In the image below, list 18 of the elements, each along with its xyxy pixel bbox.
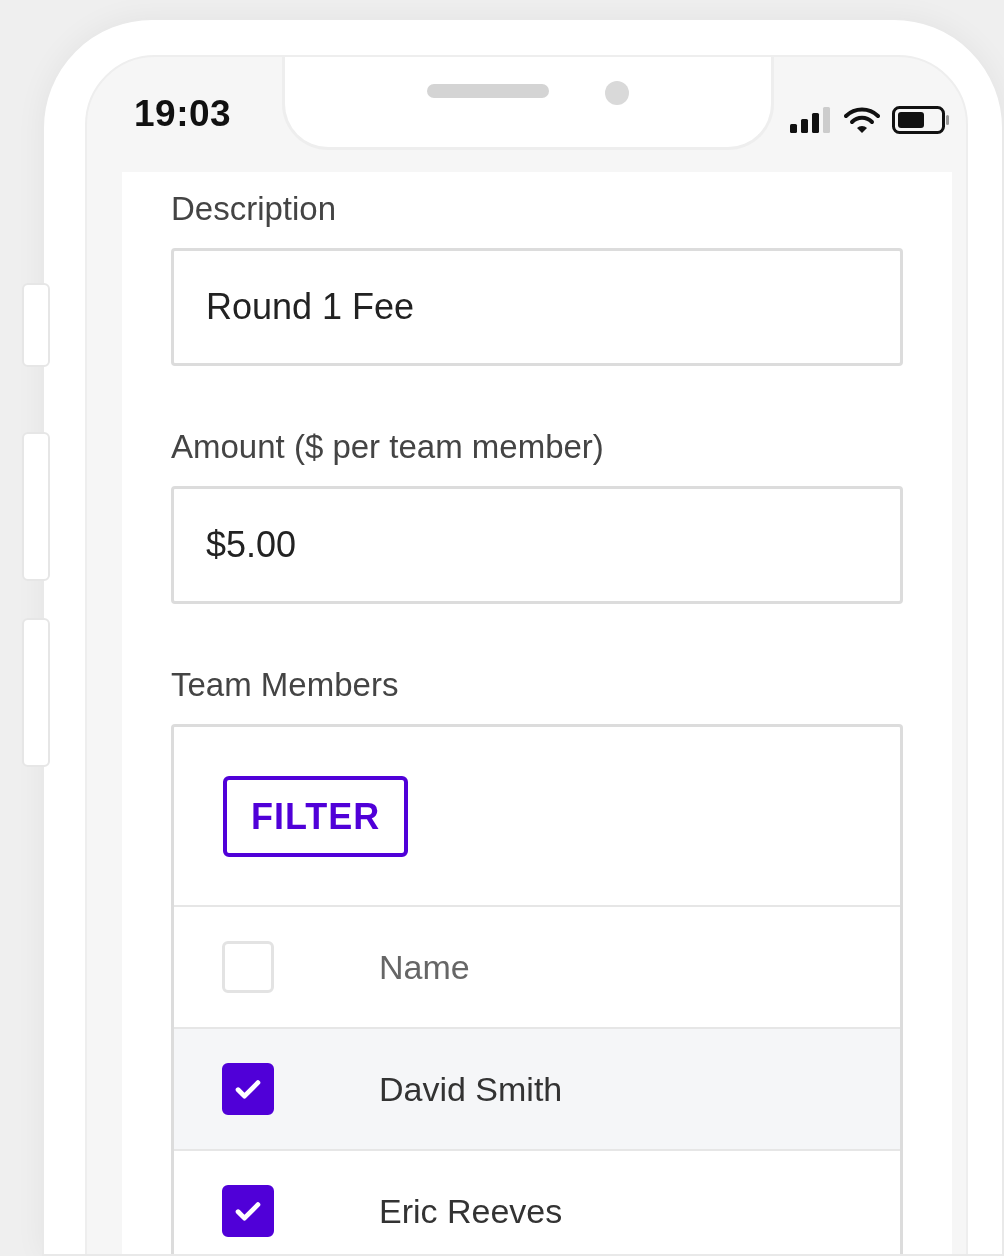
field-label: Amount ($ per team member) bbox=[171, 428, 605, 466]
input-field[interactable]: Round 1 Fee bbox=[171, 248, 903, 366]
filter-button[interactable]: FILTER bbox=[223, 776, 409, 857]
table-row[interactable]: Eric Reeves bbox=[174, 1151, 900, 1254]
member-name: Eric Reeves bbox=[379, 1191, 563, 1231]
column-header: Name bbox=[379, 947, 470, 987]
signal-icon bbox=[790, 106, 832, 133]
status-time: 19:03 bbox=[133, 92, 232, 135]
member-name: David Smith bbox=[379, 1069, 563, 1109]
field-label: Description bbox=[171, 190, 338, 228]
battery-icon bbox=[892, 105, 950, 134]
input-field[interactable]: $5.00 bbox=[171, 486, 903, 604]
camera-dot bbox=[605, 81, 629, 105]
table-row[interactable]: David Smith bbox=[174, 1029, 900, 1151]
checkbox[interactable] bbox=[222, 1063, 274, 1115]
wifi-icon bbox=[844, 105, 880, 134]
section-label: Team Members bbox=[171, 666, 400, 704]
checkbox[interactable] bbox=[222, 1185, 274, 1237]
